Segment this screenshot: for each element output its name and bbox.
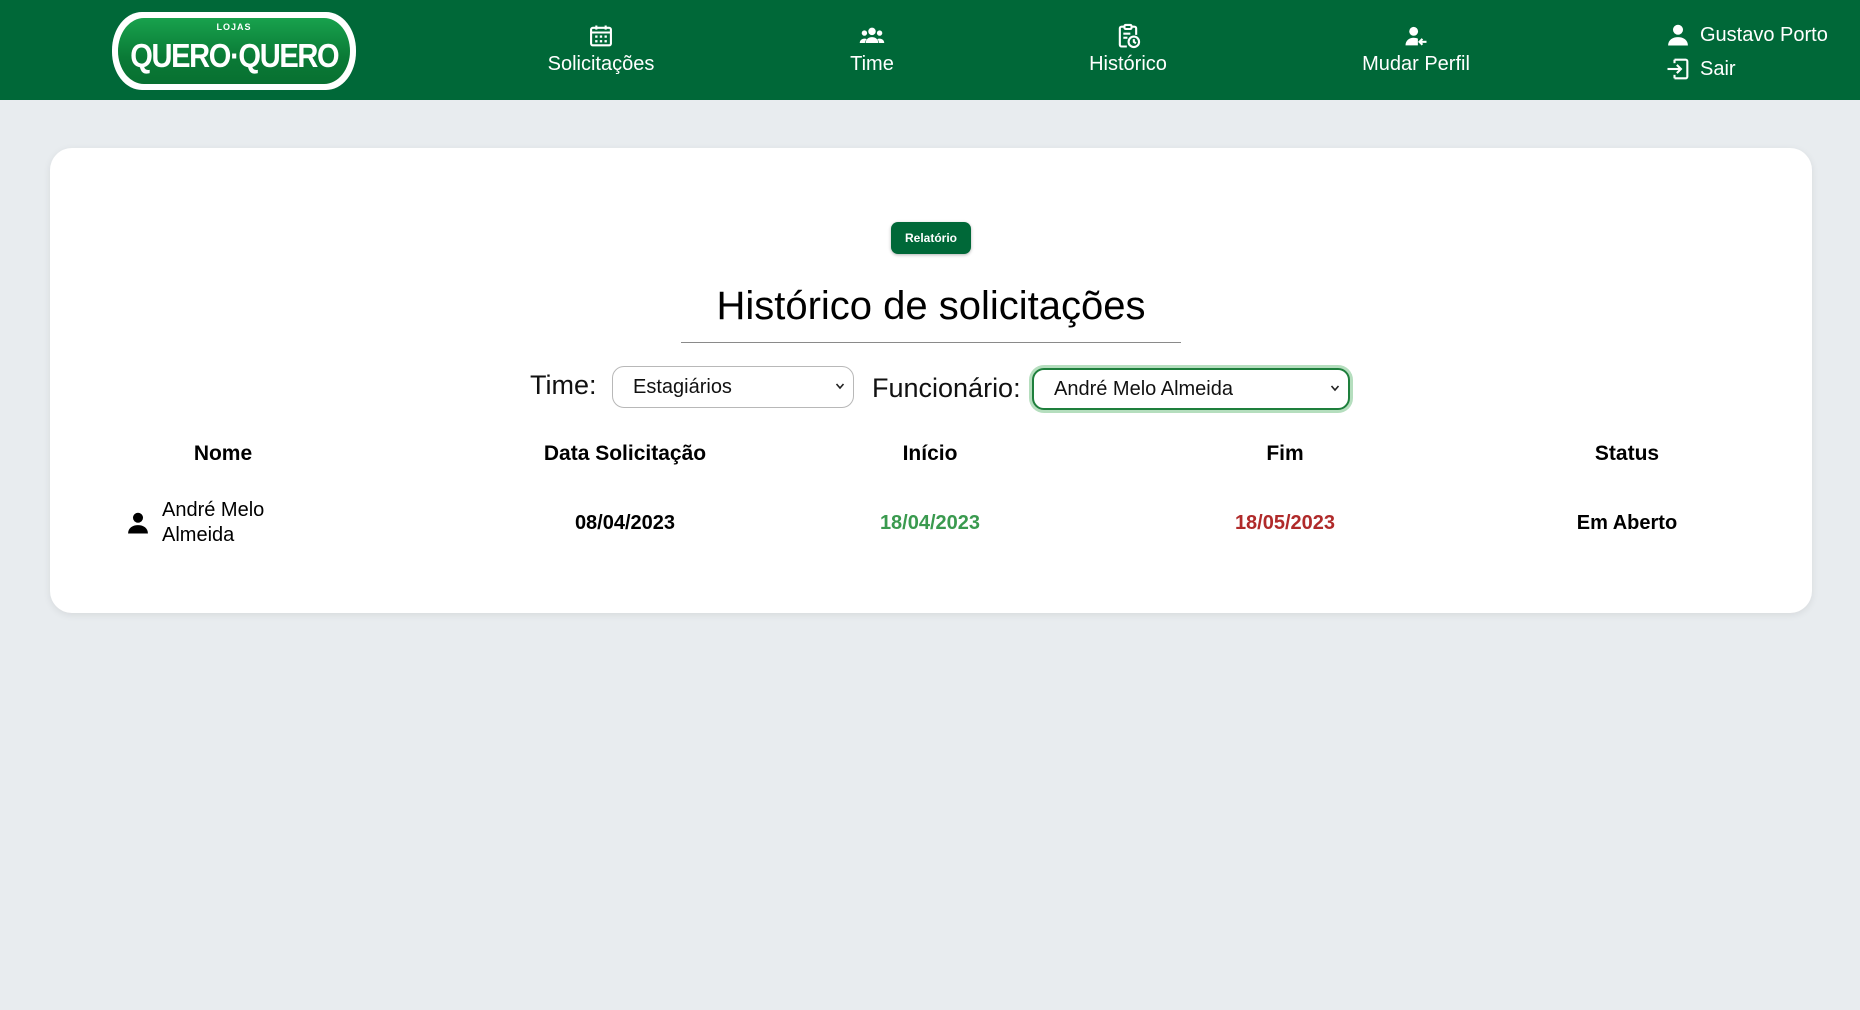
user-icon — [1668, 24, 1688, 46]
row-request-date: 08/04/2023 — [574, 512, 676, 534]
row-name: André Melo Almeida — [162, 499, 265, 546]
column-header-inicio: Início — [902, 442, 958, 465]
history-card: Relatório Histórico de solicitações Time… — [50, 148, 1812, 613]
row-status: Em Aberto — [1576, 512, 1678, 534]
user-name: Gustavo Porto — [1700, 23, 1828, 46]
employee-select[interactable]: André Melo Almeida — [1032, 368, 1350, 410]
logout-label: Sair — [1700, 57, 1736, 80]
logo-top-text: LOJAS — [216, 22, 252, 32]
team-select[interactable]: Estagiários — [612, 366, 854, 408]
nav-historico-label: Histórico — [1089, 53, 1167, 75]
current-user: Gustavo Porto — [1664, 18, 1828, 52]
switch-user-icon — [1405, 26, 1427, 46]
team-select-value: Estagiários — [633, 375, 732, 398]
logo-badge: LOJAS QUERO·QUERO — [118, 18, 350, 84]
team-icon — [859, 27, 885, 43]
nav-solicitacoes-label: Solicitações — [547, 53, 655, 75]
calendar-icon — [590, 25, 612, 47]
nav-mudar-perfil[interactable]: Mudar Perfil — [1346, 22, 1486, 76]
title-divider — [681, 342, 1181, 343]
row-name-cell: André Melo Almeida — [124, 498, 302, 548]
report-button[interactable]: Relatório — [891, 222, 971, 254]
user-icon — [128, 512, 148, 534]
logout-button[interactable]: Sair — [1664, 52, 1828, 86]
nav-mudar-perfil-label: Mudar Perfil — [1362, 53, 1470, 75]
user-area: Gustavo Porto Sair — [1664, 18, 1828, 86]
row-end-date: 18/05/2023 — [1234, 512, 1336, 534]
nav-historico[interactable]: Histórico — [1078, 22, 1178, 76]
page-title: Histórico de solicitações — [716, 284, 1146, 328]
history-clipboard-icon — [1118, 23, 1141, 49]
chevron-down-icon — [1330, 385, 1340, 392]
filters-bar: Time: Estagiários Funcionário: André Mel… — [50, 366, 1812, 410]
top-navbar: LOJAS QUERO·QUERO Solicitações Time Hist… — [0, 0, 1860, 100]
column-header-nome: Nome — [193, 442, 253, 465]
chevron-down-icon — [835, 383, 845, 390]
column-header-fim: Fim — [1266, 442, 1304, 465]
team-filter-label: Time: — [530, 370, 597, 400]
nav-time-label: Time — [850, 53, 894, 75]
column-header-data-solicitacao: Data Solicitação — [543, 442, 707, 465]
nav-solicitacoes[interactable]: Solicitações — [546, 22, 656, 76]
logout-icon — [1667, 58, 1689, 80]
employee-select-value: André Melo Almeida — [1054, 377, 1233, 400]
logo-main-text: QUERO·QUERO — [129, 37, 339, 74]
nav-time[interactable]: Time — [832, 22, 912, 76]
quero-quero-logo[interactable]: LOJAS QUERO·QUERO — [112, 12, 356, 90]
row-start-date: 18/04/2023 — [879, 512, 981, 534]
employee-filter-label: Funcionário: — [872, 373, 1021, 403]
column-header-status: Status — [1594, 442, 1660, 465]
